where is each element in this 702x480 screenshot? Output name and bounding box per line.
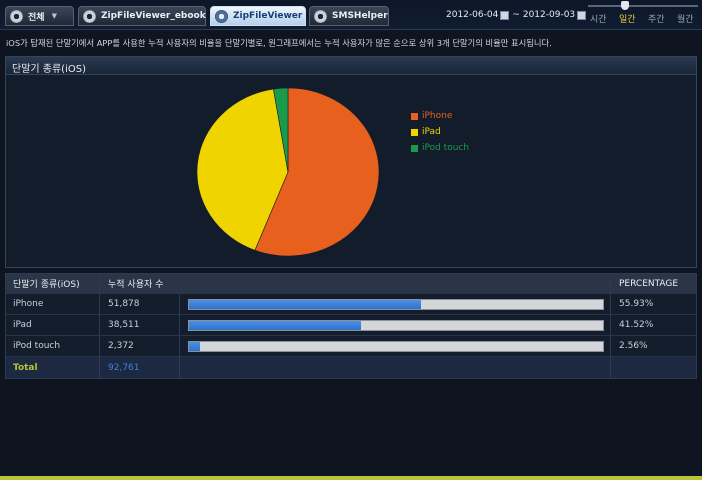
cell-bar [180,336,611,356]
header-users[interactable]: 누적 사용자 수 [100,274,611,293]
table-row: iPhone 51,878 55.93% [6,294,696,315]
chart-panel-title: 단말기 종류(iOS) [6,57,696,75]
chevron-down-icon[interactable]: ▼ [52,12,57,20]
table-total-row: Total 92,761 [6,357,696,378]
cell-percentage: 41.52% [619,320,654,330]
progress-bar [188,298,604,310]
tab-label: SMSHelper [332,11,388,21]
table-row: iPod touch 2,372 2.56% [6,336,696,357]
total-value: 92,761 [100,357,180,378]
cell-percentage: 55.93% [619,299,654,309]
period-hour[interactable]: 시간 [590,12,607,25]
page-description: iOS가 탑재된 단말기에서 APP를 사용한 누적 사용자의 비율을 단말기별… [6,38,552,48]
gear-icon [215,9,228,23]
cell-device: iPhone [6,294,100,314]
legend-swatch [411,112,418,120]
pie-chart [196,87,380,257]
legend-swatch [411,128,418,136]
chart-legend: iPhone iPad iPod touch [411,108,469,156]
period-week[interactable]: 주간 [648,12,665,25]
progress-bar-fill [189,320,361,330]
progress-bar [188,340,604,352]
legend-label: iPad [422,127,441,137]
legend-item[interactable]: iPad [411,124,469,140]
progress-bar-fill [189,341,200,351]
date-separator: ~ [512,10,520,20]
top-nav-bar: 전체 ▼ ZipFileViewer_ebook ZipFileViewer S… [0,0,702,30]
total-label: Total [6,357,100,378]
legend-item[interactable]: iPhone [411,108,469,124]
legend-label: iPhone [422,111,453,121]
table-header-row: 단말기 종류(iOS) 누적 사용자 수 PERCENTAGE [6,274,696,294]
header-device[interactable]: 단말기 종류(iOS) [6,274,100,293]
cell-percentage: 2.56% [619,341,648,351]
cell-bar [180,315,611,335]
bottom-accent-line [0,476,702,480]
legend-item[interactable]: iPod touch [411,140,469,156]
calendar-icon[interactable] [500,10,510,20]
period-slider-handle[interactable] [621,1,629,10]
period-month[interactable]: 월간 [677,12,694,25]
tab-smshelper[interactable]: SMSHelper [309,6,389,26]
table-row: iPad 38,511 41.52% [6,315,696,336]
cell-users: 38,511 [100,315,180,335]
tab-zipfileviewer[interactable]: ZipFileViewer [210,6,306,26]
header-percentage[interactable]: PERCENTAGE [611,274,696,293]
cell-users: 51,878 [100,294,180,314]
tab-all[interactable]: 전체 ▼ [5,6,74,26]
gear-icon [10,9,23,23]
total-bar-cell [180,357,611,378]
cell-bar [180,294,611,314]
gear-icon [83,9,96,23]
period-day[interactable]: 일간 [619,12,636,25]
cell-device: iPod touch [6,336,100,356]
progress-bar [188,319,604,331]
total-percentage-cell [611,357,696,378]
end-date[interactable]: 2012-09-03 [523,10,575,20]
gear-icon [314,9,327,23]
tab-label: ZipFileViewer_ebook [101,11,206,21]
chart-panel: 단말기 종류(iOS) iPhone iPad iPod touch [5,56,697,268]
legend-swatch [411,144,418,152]
tab-label: ZipFileViewer [233,11,303,21]
period-slider-track[interactable] [588,5,698,7]
date-range: 2012-06-04 ~ 2012-09-03 [446,10,587,20]
device-table: 단말기 종류(iOS) 누적 사용자 수 PERCENTAGE iPhone 51… [5,273,697,379]
start-date[interactable]: 2012-06-04 [446,10,498,20]
tab-all-label: 전체 [28,12,45,23]
legend-label: iPod touch [422,143,470,153]
calendar-icon[interactable] [577,10,587,20]
progress-bar-fill [189,299,421,309]
cell-device: iPad [6,315,100,335]
tab-zipfileviewer-ebook[interactable]: ZipFileViewer_ebook [78,6,206,26]
cell-users: 2,372 [100,336,180,356]
